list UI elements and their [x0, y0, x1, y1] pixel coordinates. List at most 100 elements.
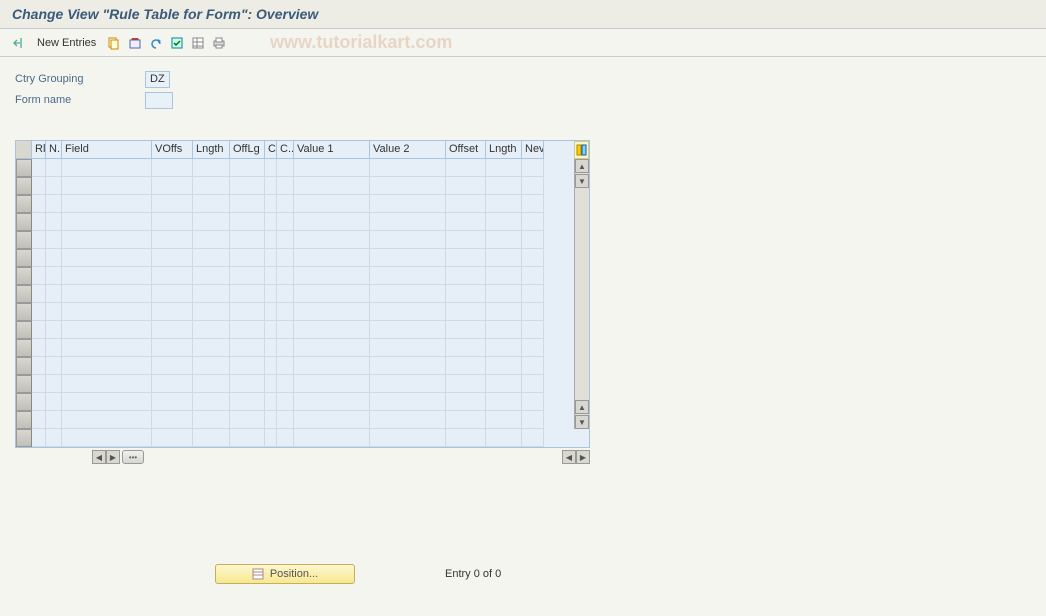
cell[interactable]: [46, 375, 62, 393]
cell[interactable]: [522, 177, 544, 195]
cell[interactable]: [152, 267, 193, 285]
cell[interactable]: [230, 375, 265, 393]
cell[interactable]: [370, 429, 446, 447]
cell[interactable]: [193, 303, 230, 321]
cell[interactable]: [446, 213, 486, 231]
cell[interactable]: [62, 321, 152, 339]
cell[interactable]: [32, 393, 46, 411]
col-lngth2[interactable]: Lngth: [486, 141, 522, 159]
cell[interactable]: [522, 393, 544, 411]
table-settings-icon[interactable]: [574, 141, 589, 159]
cell[interactable]: [230, 357, 265, 375]
cell[interactable]: [62, 267, 152, 285]
cell[interactable]: [265, 177, 277, 195]
cell[interactable]: [265, 429, 277, 447]
cell[interactable]: [294, 267, 370, 285]
table-row[interactable]: [16, 357, 589, 375]
table-row[interactable]: [16, 267, 589, 285]
cell[interactable]: [230, 195, 265, 213]
scroll-up-icon[interactable]: ▲: [575, 159, 589, 173]
cell[interactable]: [370, 393, 446, 411]
cell[interactable]: [32, 339, 46, 357]
cell[interactable]: [486, 303, 522, 321]
table-row[interactable]: [16, 249, 589, 267]
cell[interactable]: [446, 285, 486, 303]
cell[interactable]: [294, 231, 370, 249]
cell[interactable]: [522, 249, 544, 267]
row-selector[interactable]: [16, 429, 32, 447]
cell[interactable]: [522, 159, 544, 177]
cell[interactable]: [230, 285, 265, 303]
cell[interactable]: [230, 267, 265, 285]
cell[interactable]: [446, 357, 486, 375]
cell[interactable]: [265, 411, 277, 429]
cell[interactable]: [265, 393, 277, 411]
cell[interactable]: [230, 231, 265, 249]
table-row[interactable]: [16, 213, 589, 231]
cell[interactable]: [152, 321, 193, 339]
cell[interactable]: [277, 267, 294, 285]
cell[interactable]: [32, 429, 46, 447]
cell[interactable]: [486, 195, 522, 213]
cell[interactable]: [294, 249, 370, 267]
cell[interactable]: [294, 375, 370, 393]
cell[interactable]: [486, 213, 522, 231]
cell[interactable]: [265, 249, 277, 267]
table-row[interactable]: [16, 339, 589, 357]
cell[interactable]: [522, 321, 544, 339]
cell[interactable]: [32, 249, 46, 267]
cell[interactable]: [46, 231, 62, 249]
row-selector[interactable]: [16, 285, 32, 303]
cell[interactable]: [277, 321, 294, 339]
cell[interactable]: [32, 321, 46, 339]
cell[interactable]: [152, 159, 193, 177]
cell[interactable]: [446, 303, 486, 321]
cell[interactable]: [32, 231, 46, 249]
cell[interactable]: [446, 321, 486, 339]
cell[interactable]: [370, 213, 446, 231]
cell[interactable]: [294, 285, 370, 303]
cell[interactable]: [294, 429, 370, 447]
cell[interactable]: [446, 429, 486, 447]
cell[interactable]: [522, 429, 544, 447]
select-all-icon[interactable]: [168, 34, 186, 52]
cell[interactable]: [277, 357, 294, 375]
cell[interactable]: [152, 285, 193, 303]
cell[interactable]: [152, 393, 193, 411]
cell[interactable]: [62, 249, 152, 267]
cell[interactable]: [62, 177, 152, 195]
cell[interactable]: [46, 321, 62, 339]
cell[interactable]: [294, 411, 370, 429]
cell[interactable]: [277, 429, 294, 447]
cell[interactable]: [446, 375, 486, 393]
cell[interactable]: [486, 393, 522, 411]
cell[interactable]: [32, 303, 46, 321]
cell[interactable]: [32, 195, 46, 213]
cell[interactable]: [370, 231, 446, 249]
scroll-left-end-icon[interactable]: ◀: [562, 450, 576, 464]
cell[interactable]: [230, 393, 265, 411]
cell[interactable]: [277, 303, 294, 321]
cell[interactable]: [193, 375, 230, 393]
scroll-right-end-icon[interactable]: ▶: [576, 450, 590, 464]
cell[interactable]: [486, 429, 522, 447]
cell[interactable]: [486, 411, 522, 429]
table-row[interactable]: [16, 177, 589, 195]
cell[interactable]: [294, 195, 370, 213]
cell[interactable]: [370, 285, 446, 303]
col-new[interactable]: Nev: [522, 141, 544, 159]
cell[interactable]: [46, 393, 62, 411]
scroll-page-down-icon[interactable]: ▲: [575, 400, 589, 414]
col-lngth1[interactable]: Lngth: [193, 141, 230, 159]
scroll-left-icon[interactable]: ◀: [92, 450, 106, 464]
cell[interactable]: [294, 393, 370, 411]
table-row[interactable]: [16, 231, 589, 249]
cell[interactable]: [277, 249, 294, 267]
scroll-more-button[interactable]: •••: [122, 450, 144, 464]
row-selector[interactable]: [16, 267, 32, 285]
cell[interactable]: [193, 411, 230, 429]
cell[interactable]: [265, 321, 277, 339]
cell[interactable]: [230, 339, 265, 357]
cell[interactable]: [32, 159, 46, 177]
cell[interactable]: [32, 357, 46, 375]
